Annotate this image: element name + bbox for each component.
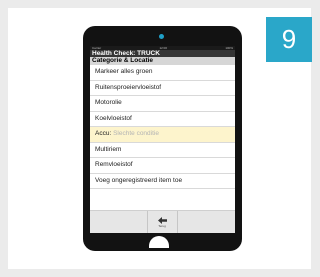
status-time: 12:00 <box>159 46 167 50</box>
list-item-label: Koelvloeistof <box>95 114 132 122</box>
home-button[interactable] <box>149 236 169 248</box>
list-item-label: Voeg ongeregistreerd item toe <box>95 176 183 184</box>
step-number-badge: 9 <box>266 17 312 62</box>
back-button[interactable]: Terug <box>148 211 176 233</box>
tablet-screen: Carrier 12:00 100% Health Check: TRUCK C… <box>90 46 235 233</box>
checklist: Markeer alles groen Ruitensproeiervloeis… <box>90 65 235 189</box>
status-battery: 100% <box>225 46 233 50</box>
list-item-mark-all-green[interactable]: Markeer alles groen <box>90 65 235 81</box>
list-item-add-unregistered[interactable]: Voeg ongeregistreerd item toe <box>90 174 235 189</box>
section-header: Categorie & Locatie <box>90 57 235 65</box>
page-title: Health Check: TRUCK <box>92 50 160 57</box>
toolbar-divider <box>177 211 178 233</box>
back-arrow-icon <box>157 216 167 224</box>
list-item-label: Ruitensproeiervloeistof <box>95 83 162 91</box>
list-item-label: Multiriem <box>95 145 122 153</box>
back-button-label: Terug <box>158 223 166 228</box>
list-item-condition: Slechte conditie <box>113 130 159 137</box>
section-header-label: Categorie & Locatie <box>92 57 154 64</box>
list-item-battery[interactable]: Accu: Slechte conditie <box>90 127 235 143</box>
app-title-bar: Health Check: TRUCK <box>90 50 235 57</box>
camera-icon <box>159 34 164 39</box>
list-item-engine-oil[interactable]: Motorolie <box>90 96 235 112</box>
list-item-label: Accu: <box>95 130 112 137</box>
bottom-toolbar: Terug <box>90 210 235 233</box>
list-item-label: Markeer alles groen <box>95 68 153 75</box>
tablet-device: Carrier 12:00 100% Health Check: TRUCK C… <box>83 26 242 251</box>
list-item-washer-fluid[interactable]: Ruitensproeiervloeistof <box>90 81 235 96</box>
list-item-coolant[interactable]: Koelvloeistof <box>90 112 235 127</box>
list-item-label: Remvloeistof <box>95 161 133 168</box>
list-item-label: Motorolie <box>95 99 122 106</box>
step-number: 9 <box>281 24 297 54</box>
list-item-brake-fluid[interactable]: Remvloeistof <box>90 158 235 174</box>
list-item-multibelt[interactable]: Multiriem <box>90 143 235 158</box>
